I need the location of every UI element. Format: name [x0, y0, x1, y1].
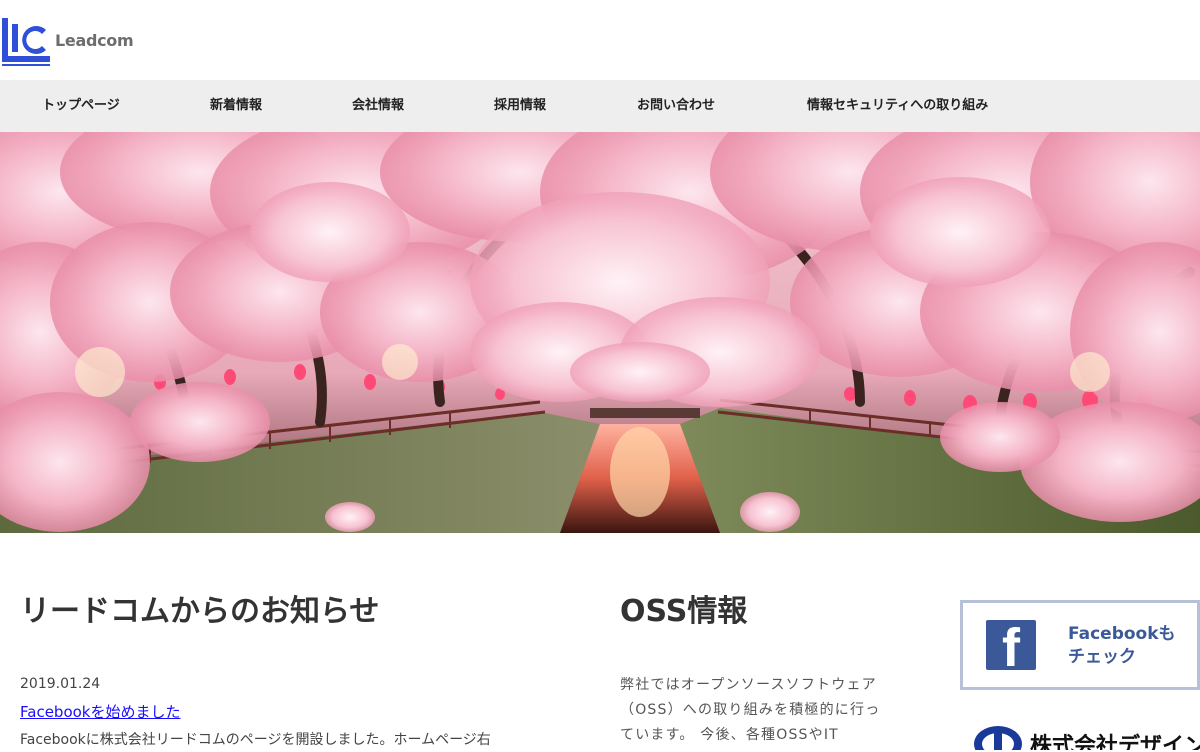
- nav-item-company[interactable]: 会社情報: [352, 80, 404, 132]
- facebook-banner-text: Facebookも チェック: [1068, 623, 1198, 669]
- partner-logo-icon: [974, 726, 1022, 750]
- facebook-icon: f: [986, 620, 1036, 670]
- oss-body: 弊社ではオープンソースソフトウェア（OSS）への取り組みを積極的に行っています。…: [620, 677, 881, 743]
- facebook-banner[interactable]: f Facebookも チェック: [960, 600, 1200, 690]
- nav-item-security[interactable]: 情報セキュリティへの取り組み: [807, 80, 988, 132]
- logo-text: Leadcom: [55, 31, 134, 50]
- nav-item-contact[interactable]: お問い合わせ: [637, 80, 715, 132]
- partner-banner[interactable]: 株式会社デザイン: [970, 720, 1200, 750]
- news-section-title: リードコムからのお知らせ: [20, 594, 380, 629]
- cherry-blossom-illustration: [0, 132, 1200, 533]
- nav-item-top[interactable]: トップページ: [42, 80, 120, 132]
- news-link[interactable]: Facebookを始めました: [20, 701, 180, 722]
- facebook-banner-line1: Facebookも: [1068, 624, 1176, 644]
- nav-item-news[interactable]: 新着情報: [210, 80, 262, 132]
- site-logo[interactable]: Leadcom: [0, 16, 135, 68]
- news-body: Facebookに株式会社リードコムのページを開設しました。ホームページ右: [20, 732, 491, 748]
- leadcom-logo-icon: [2, 18, 50, 66]
- oss-section-title: OSS情報: [620, 594, 748, 629]
- hero-image: [0, 132, 1200, 533]
- main-nav: トップページ 新着情報 会社情報 採用情報 お問い合わせ 情報セキュリティへの取…: [0, 80, 1200, 132]
- facebook-banner-line2: チェック: [1068, 647, 1136, 667]
- news-date: 2019.01.24: [20, 676, 101, 692]
- partner-banner-text: 株式会社デザイン: [1030, 734, 1200, 750]
- nav-item-recruit[interactable]: 採用情報: [494, 80, 546, 132]
- site-header: Leadcom: [0, 0, 1200, 80]
